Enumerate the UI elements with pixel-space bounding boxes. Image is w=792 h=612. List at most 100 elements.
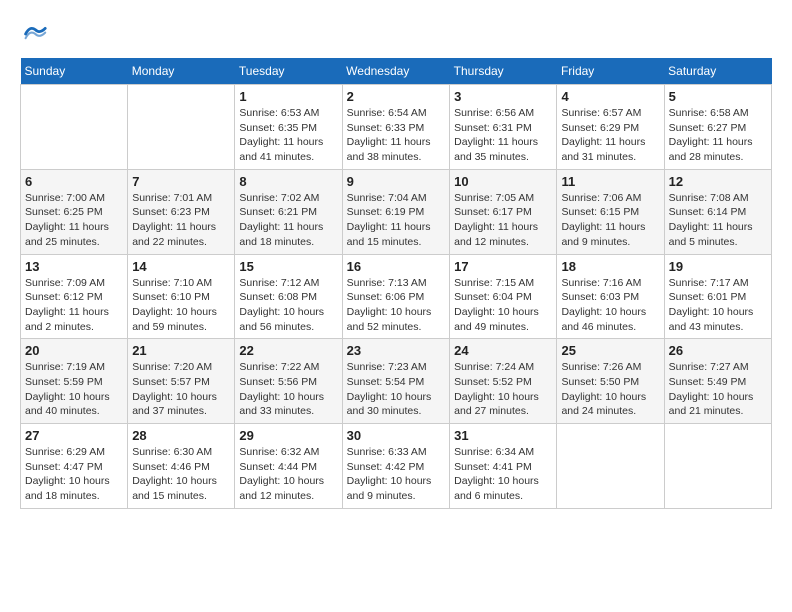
weekday-header: Monday bbox=[128, 58, 235, 85]
day-info: Sunrise: 6:29 AM Sunset: 4:47 PM Dayligh… bbox=[25, 445, 123, 504]
weekday-header: Friday bbox=[557, 58, 664, 85]
day-info: Sunrise: 6:32 AM Sunset: 4:44 PM Dayligh… bbox=[239, 445, 337, 504]
calendar-week-row: 13 Sunrise: 7:09 AM Sunset: 6:12 PM Dayli… bbox=[21, 254, 772, 339]
day-info: Sunrise: 6:58 AM Sunset: 6:27 PM Dayligh… bbox=[669, 106, 767, 165]
calendar-cell: 3 Sunrise: 6:56 AM Sunset: 6:31 PM Daylig… bbox=[450, 85, 557, 170]
calendar-cell: 24Sunrise: 7:24 AM Sunset: 5:52 PM Dayli… bbox=[450, 339, 557, 424]
calendar-cell: 18Sunrise: 7:16 AM Sunset: 6:03 PM Dayli… bbox=[557, 254, 664, 339]
calendar-cell bbox=[21, 85, 128, 170]
calendar-cell: 31 Sunrise: 6:34 AM Sunset: 4:41 PM Dayli… bbox=[450, 424, 557, 509]
day-info: Sunrise: 7:08 AM Sunset: 6:14 PM Dayligh… bbox=[669, 191, 767, 250]
calendar-cell: 12Sunrise: 7:08 AM Sunset: 6:14 PM Dayli… bbox=[664, 169, 771, 254]
day-info: Sunrise: 7:00 AM Sunset: 6:25 PM Dayligh… bbox=[25, 191, 123, 250]
day-number: 25 bbox=[561, 343, 659, 358]
logo-icon bbox=[20, 20, 48, 48]
calendar-cell: 28Sunrise: 6:30 AM Sunset: 4:46 PM Dayli… bbox=[128, 424, 235, 509]
day-info: Sunrise: 6:34 AM Sunset: 4:41 PM Dayligh… bbox=[454, 445, 552, 504]
day-number: 22 bbox=[239, 343, 337, 358]
day-number: 7 bbox=[132, 174, 230, 189]
calendar-week-row: 1 Sunrise: 6:53 AM Sunset: 6:35 PM Daylig… bbox=[21, 85, 772, 170]
day-info: Sunrise: 7:12 AM Sunset: 6:08 PM Dayligh… bbox=[239, 276, 337, 335]
day-info: Sunrise: 7:02 AM Sunset: 6:21 PM Dayligh… bbox=[239, 191, 337, 250]
day-info: Sunrise: 6:53 AM Sunset: 6:35 PM Dayligh… bbox=[239, 106, 337, 165]
calendar-cell: 5 Sunrise: 6:58 AM Sunset: 6:27 PM Daylig… bbox=[664, 85, 771, 170]
day-number: 29 bbox=[239, 428, 337, 443]
page-header bbox=[20, 20, 772, 48]
day-info: Sunrise: 7:06 AM Sunset: 6:15 PM Dayligh… bbox=[561, 191, 659, 250]
day-number: 17 bbox=[454, 259, 552, 274]
calendar-cell: 9 Sunrise: 7:04 AM Sunset: 6:19 PM Daylig… bbox=[342, 169, 449, 254]
day-number: 8 bbox=[239, 174, 337, 189]
day-info: Sunrise: 7:05 AM Sunset: 6:17 PM Dayligh… bbox=[454, 191, 552, 250]
day-number: 23 bbox=[347, 343, 445, 358]
day-number: 21 bbox=[132, 343, 230, 358]
calendar-cell: 8 Sunrise: 7:02 AM Sunset: 6:21 PM Daylig… bbox=[235, 169, 342, 254]
calendar-cell: 17 Sunrise: 7:15 AM Sunset: 6:04 PM Dayli… bbox=[450, 254, 557, 339]
day-number: 6 bbox=[25, 174, 123, 189]
day-number: 13 bbox=[25, 259, 123, 274]
calendar-cell: 6 Sunrise: 7:00 AM Sunset: 6:25 PM Daylig… bbox=[21, 169, 128, 254]
calendar-cell: 13 Sunrise: 7:09 AM Sunset: 6:12 PM Dayli… bbox=[21, 254, 128, 339]
calendar-cell bbox=[128, 85, 235, 170]
day-info: Sunrise: 7:15 AM Sunset: 6:04 PM Dayligh… bbox=[454, 276, 552, 335]
calendar-cell bbox=[557, 424, 664, 509]
day-info: Sunrise: 7:17 AM Sunset: 6:01 PM Dayligh… bbox=[669, 276, 767, 335]
day-info: Sunrise: 6:57 AM Sunset: 6:29 PM Dayligh… bbox=[561, 106, 659, 165]
calendar-cell: 30 Sunrise: 6:33 AM Sunset: 4:42 PM Dayli… bbox=[342, 424, 449, 509]
day-number: 11 bbox=[561, 174, 659, 189]
day-info: Sunrise: 6:30 AM Sunset: 4:46 PM Dayligh… bbox=[132, 445, 230, 504]
calendar-cell: 21 Sunrise: 7:20 AM Sunset: 5:57 PM Dayli… bbox=[128, 339, 235, 424]
day-info: Sunrise: 6:56 AM Sunset: 6:31 PM Dayligh… bbox=[454, 106, 552, 165]
day-info: Sunrise: 7:01 AM Sunset: 6:23 PM Dayligh… bbox=[132, 191, 230, 250]
calendar-week-row: 20 Sunrise: 7:19 AM Sunset: 5:59 PM Dayli… bbox=[21, 339, 772, 424]
day-number: 9 bbox=[347, 174, 445, 189]
calendar-cell: 25 Sunrise: 7:26 AM Sunset: 5:50 PM Dayli… bbox=[557, 339, 664, 424]
calendar-cell: 16Sunrise: 7:13 AM Sunset: 6:06 PM Dayli… bbox=[342, 254, 449, 339]
day-info: Sunrise: 6:54 AM Sunset: 6:33 PM Dayligh… bbox=[347, 106, 445, 165]
calendar-cell: 2 Sunrise: 6:54 AM Sunset: 6:33 PM Daylig… bbox=[342, 85, 449, 170]
day-number: 26 bbox=[669, 343, 767, 358]
day-info: Sunrise: 7:16 AM Sunset: 6:03 PM Dayligh… bbox=[561, 276, 659, 335]
day-info: Sunrise: 7:26 AM Sunset: 5:50 PM Dayligh… bbox=[561, 360, 659, 419]
day-info: Sunrise: 6:33 AM Sunset: 4:42 PM Dayligh… bbox=[347, 445, 445, 504]
day-number: 30 bbox=[347, 428, 445, 443]
calendar-cell: 10Sunrise: 7:05 AM Sunset: 6:17 PM Dayli… bbox=[450, 169, 557, 254]
calendar-cell: 15Sunrise: 7:12 AM Sunset: 6:08 PM Dayli… bbox=[235, 254, 342, 339]
day-number: 31 bbox=[454, 428, 552, 443]
calendar-cell: 23 Sunrise: 7:23 AM Sunset: 5:54 PM Dayli… bbox=[342, 339, 449, 424]
day-info: Sunrise: 7:13 AM Sunset: 6:06 PM Dayligh… bbox=[347, 276, 445, 335]
day-info: Sunrise: 7:20 AM Sunset: 5:57 PM Dayligh… bbox=[132, 360, 230, 419]
day-info: Sunrise: 7:22 AM Sunset: 5:56 PM Dayligh… bbox=[239, 360, 337, 419]
day-number: 20 bbox=[25, 343, 123, 358]
day-info: Sunrise: 7:27 AM Sunset: 5:49 PM Dayligh… bbox=[669, 360, 767, 419]
day-number: 24 bbox=[454, 343, 552, 358]
calendar-cell: 19 Sunrise: 7:17 AM Sunset: 6:01 PM Dayli… bbox=[664, 254, 771, 339]
calendar-week-row: 27Sunrise: 6:29 AM Sunset: 4:47 PM Dayli… bbox=[21, 424, 772, 509]
calendar-cell: 11 Sunrise: 7:06 AM Sunset: 6:15 PM Dayli… bbox=[557, 169, 664, 254]
day-info: Sunrise: 7:10 AM Sunset: 6:10 PM Dayligh… bbox=[132, 276, 230, 335]
day-number: 3 bbox=[454, 89, 552, 104]
calendar-week-row: 6 Sunrise: 7:00 AM Sunset: 6:25 PM Daylig… bbox=[21, 169, 772, 254]
weekday-header: Saturday bbox=[664, 58, 771, 85]
calendar-cell: 1 Sunrise: 6:53 AM Sunset: 6:35 PM Daylig… bbox=[235, 85, 342, 170]
weekday-header: Wednesday bbox=[342, 58, 449, 85]
calendar-cell: 4 Sunrise: 6:57 AM Sunset: 6:29 PM Daylig… bbox=[557, 85, 664, 170]
logo bbox=[20, 20, 52, 48]
day-info: Sunrise: 7:09 AM Sunset: 6:12 PM Dayligh… bbox=[25, 276, 123, 335]
day-number: 2 bbox=[347, 89, 445, 104]
calendar-cell bbox=[664, 424, 771, 509]
day-info: Sunrise: 7:04 AM Sunset: 6:19 PM Dayligh… bbox=[347, 191, 445, 250]
day-number: 5 bbox=[669, 89, 767, 104]
day-info: Sunrise: 7:19 AM Sunset: 5:59 PM Dayligh… bbox=[25, 360, 123, 419]
day-number: 4 bbox=[561, 89, 659, 104]
day-info: Sunrise: 7:23 AM Sunset: 5:54 PM Dayligh… bbox=[347, 360, 445, 419]
day-number: 14 bbox=[132, 259, 230, 274]
calendar-cell: 27Sunrise: 6:29 AM Sunset: 4:47 PM Dayli… bbox=[21, 424, 128, 509]
calendar-cell: 14 Sunrise: 7:10 AM Sunset: 6:10 PM Dayli… bbox=[128, 254, 235, 339]
weekday-header: Sunday bbox=[21, 58, 128, 85]
calendar-cell: 29 Sunrise: 6:32 AM Sunset: 4:44 PM Dayli… bbox=[235, 424, 342, 509]
weekday-header: Thursday bbox=[450, 58, 557, 85]
day-number: 1 bbox=[239, 89, 337, 104]
day-number: 19 bbox=[669, 259, 767, 274]
calendar-table: SundayMondayTuesdayWednesdayThursdayFrid… bbox=[20, 58, 772, 509]
